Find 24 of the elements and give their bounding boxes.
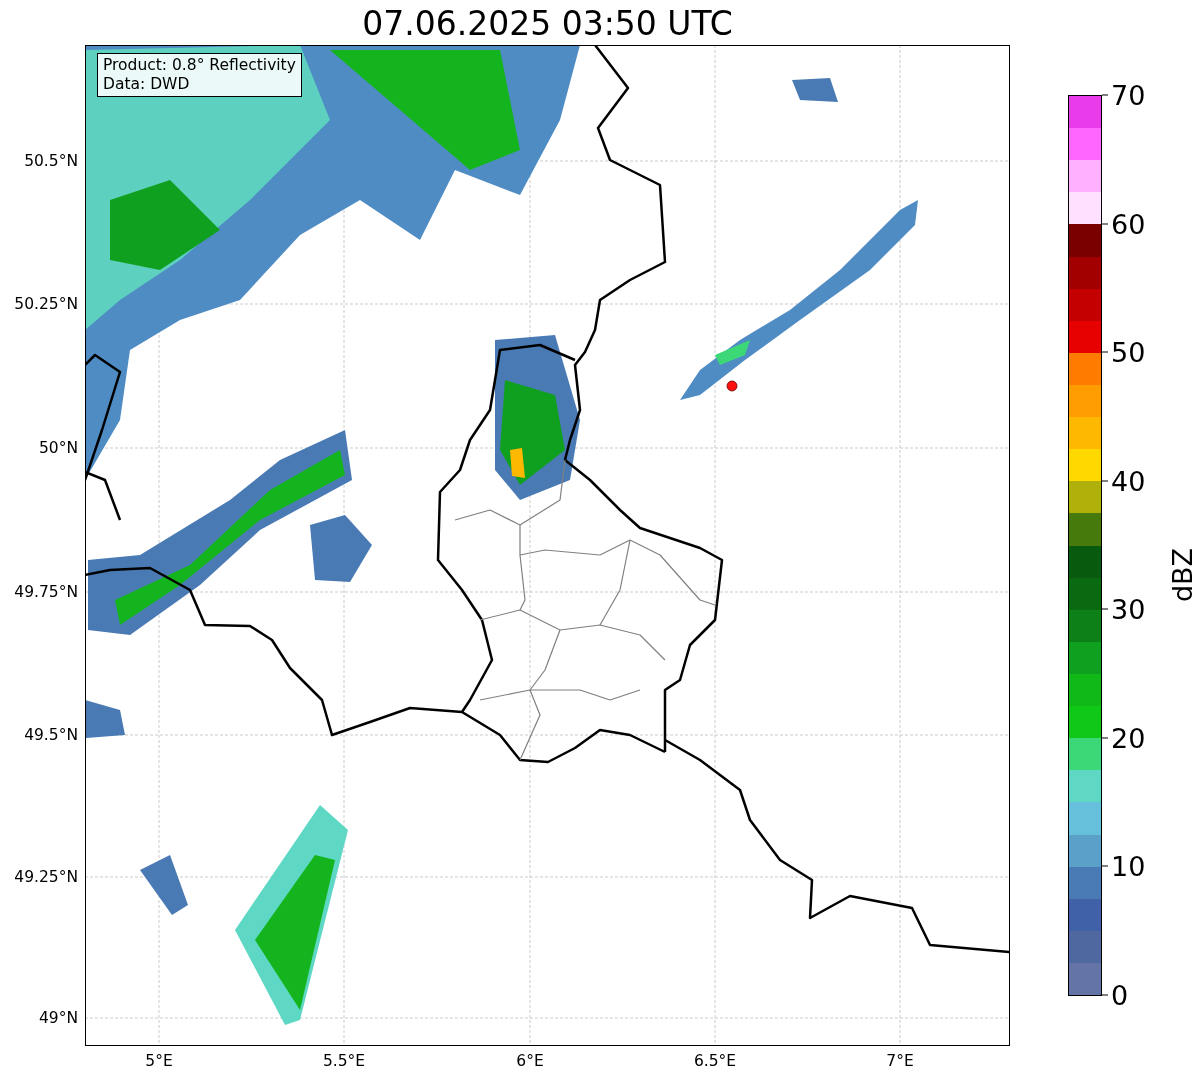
axis-tick-label: 50.25°N (14, 295, 78, 313)
scale-tick-label: 20 (1111, 722, 1146, 754)
axis-tick-label: 6.5°E (693, 1052, 737, 1070)
axis-tick-label: 7°E (886, 1052, 914, 1070)
scale-tick-label: 70 (1111, 79, 1146, 111)
axis-tick-label: 50.5°N (24, 152, 78, 170)
axis-tick-label: 50°N (38, 439, 78, 457)
legend-text: Data: DWD (103, 75, 191, 94)
scale-tick-label: 60 (1111, 208, 1146, 240)
axis-tick-label: 49°N (38, 1009, 78, 1027)
legend-text: Product: 0.8° Reflectivity (103, 56, 296, 75)
axis-tick-label: 5.5°E (322, 1052, 366, 1070)
scale-tick-label: 30 (1111, 593, 1146, 625)
axis-tick-label: 6°E (516, 1052, 544, 1070)
chart-title: 07.06.2025 03:50 UTC (362, 4, 733, 43)
scale-tick-label: 10 (1111, 850, 1146, 882)
scale-tick-label: 0 (1111, 979, 1129, 1011)
axis-tick-label: 49.5°N (24, 726, 78, 744)
scale-tick-label: 40 (1111, 465, 1146, 497)
scale-label: dBZ (1166, 547, 1198, 603)
axis-tick-label: 49.25°N (14, 868, 78, 886)
axis-tick-label: 49.75°N (14, 583, 78, 601)
scale-tick-label: 50 (1111, 336, 1146, 368)
axis-tick-label: 5°E (145, 1052, 173, 1070)
